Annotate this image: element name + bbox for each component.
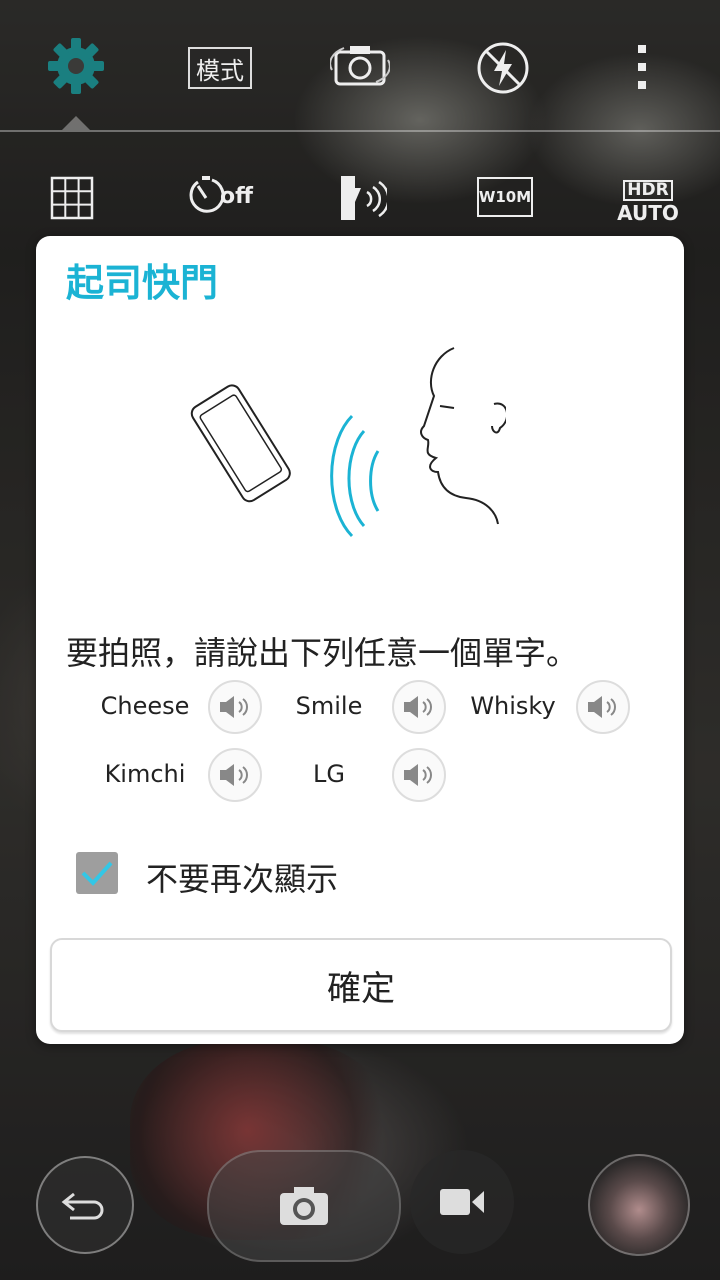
instruction-text: 要拍照，請說出下列任意一個單字。 — [66, 634, 579, 672]
speaker-icon[interactable] — [576, 680, 630, 734]
hdr-icon[interactable]: HDR AUTO — [617, 176, 679, 226]
settings-caret — [62, 116, 90, 130]
speaker-icon[interactable] — [392, 680, 446, 734]
dont-show-again-label[interactable]: 不要再次顯示 — [146, 854, 338, 900]
word-whisky: Whisky — [470, 692, 556, 720]
word-kimchi: Kimchi — [104, 760, 186, 788]
resolution-label: W10M — [478, 188, 532, 206]
back-button[interactable] — [36, 1156, 134, 1254]
resolution-icon[interactable]: W10M — [476, 175, 534, 219]
switch-camera-icon[interactable] — [330, 40, 390, 90]
back-arrow-icon — [61, 1192, 104, 1220]
hdr-label: HDR — [623, 179, 673, 201]
cheese-shutter-icon[interactable] — [335, 172, 387, 224]
word-cheese: Cheese — [100, 692, 190, 720]
shutter-button[interactable] — [207, 1150, 401, 1262]
gallery-thumbnail[interactable] — [588, 1154, 690, 1256]
speaker-icon[interactable] — [208, 680, 262, 734]
toolbar-divider — [0, 130, 720, 132]
video-camera-icon — [440, 1189, 484, 1215]
mode-button[interactable]: 模式 — [188, 47, 252, 89]
grid-icon[interactable] — [50, 176, 94, 220]
gear-icon[interactable] — [46, 36, 106, 96]
timer-label: off — [220, 184, 253, 209]
word-smile: Smile — [295, 692, 363, 720]
dont-show-again-checkbox[interactable] — [76, 852, 118, 894]
hdr-auto-label: AUTO — [617, 200, 679, 225]
top-toolbar: 模式 — [0, 0, 720, 132]
timer-icon[interactable]: off — [188, 170, 253, 224]
video-record-button[interactable] — [410, 1150, 514, 1254]
check-icon — [81, 861, 113, 886]
camera-icon — [280, 1187, 328, 1225]
voice-illustration — [186, 336, 509, 546]
dialog-title: 起司快門 — [66, 261, 219, 305]
speaker-icon[interactable] — [208, 748, 262, 802]
flash-auto-icon[interactable] — [475, 40, 531, 96]
more-vert-icon[interactable] — [630, 40, 654, 96]
speaker-icon[interactable] — [392, 748, 446, 802]
mode-label: 模式 — [196, 56, 244, 85]
ok-button[interactable]: 確定 — [50, 938, 672, 1032]
word-lg: LG — [313, 760, 345, 788]
cheese-shutter-dialog: 起司快門 要拍照，請說出下列任意一個單字。 Cheese Smile Whisk… — [36, 236, 684, 1044]
